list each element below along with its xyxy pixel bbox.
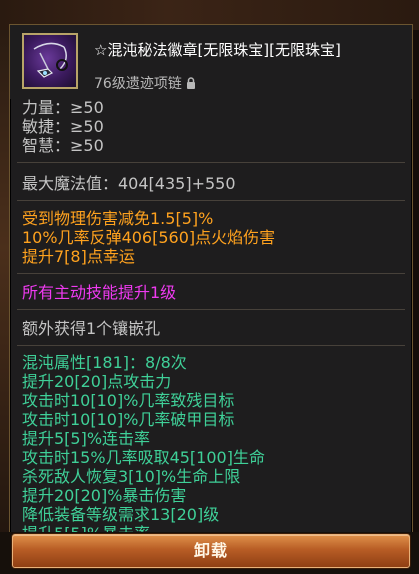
stat-line: 杀死敌人恢复3[10]%生命上限 — [22, 467, 241, 486]
divider — [17, 309, 405, 310]
divider — [17, 162, 405, 163]
item-subtitle: 76级遗迹项链 — [94, 73, 196, 93]
stat-line: 提升7[8]点幸运 — [22, 247, 135, 266]
skill-stats: 所有主动技能提升1级 — [22, 283, 400, 302]
lock-icon — [186, 77, 196, 93]
orange-stats: 受到物理伤害减免1.5[5]% 10%几率反弹406[560]点火焰伤害 提升7… — [22, 209, 400, 266]
item-type-label: 76级遗迹项链 — [94, 76, 182, 92]
chaos-arcane-badge-icon — [22, 33, 78, 89]
stat-line: 攻击时10[10]%几率致残目标 — [22, 391, 235, 410]
item-name: ☆混沌秘法徽章[无限珠宝][无限珠宝] — [94, 41, 341, 59]
stat-line: 提升20[20]点攻击力 — [22, 372, 172, 391]
requirement-strength: 力量：≥50 — [22, 98, 104, 117]
socket-stats: 额外获得1个镶嵌孔 — [22, 319, 400, 338]
chaos-stats: 混沌属性[181]：8/8次 提升20[20]点攻击力 攻击时10[10]%几率… — [22, 353, 400, 543]
tooltip-header: ☆混沌秘法徽章[无限珠宝][无限珠宝] 76级遗迹项链 — [10, 25, 412, 99]
requirements-list: 力量：≥50 敏捷：≥50 智慧：≥50 — [22, 98, 104, 155]
divider — [17, 200, 405, 201]
divider — [17, 345, 405, 346]
divider — [17, 273, 405, 274]
stat-line: 提升20[20]%暴击伤害 — [22, 486, 187, 505]
stat-line: 提升5[5]%连击率 — [22, 429, 151, 448]
unload-button[interactable]: 卸载 — [12, 534, 410, 568]
requirement-wisdom: 智慧：≥50 — [22, 136, 104, 155]
chaos-attribute-header: 混沌属性[181]：8/8次 — [22, 353, 187, 372]
item-tooltip: ☆混沌秘法徽章[无限珠宝][无限珠宝] 76级遗迹项链 力量：≥50 敏捷：≥5… — [9, 24, 413, 574]
stat-line: 降低装备等级需求13[20]级 — [22, 505, 220, 524]
max-mana-stat: 最大魔法值：404[435]+550 — [22, 174, 236, 193]
stat-line: 额外获得1个镶嵌孔 — [22, 319, 161, 338]
stat-line: 所有主动技能提升1级 — [22, 283, 177, 302]
stat-line: 受到物理伤害减免1.5[5]% — [22, 209, 214, 228]
stat-line: 攻击时10[10]%几率破甲目标 — [22, 410, 235, 429]
stat-line: 攻击时15%几率吸取45[100]生命 — [22, 448, 265, 467]
stat-line: 10%几率反弹406[560]点火焰伤害 — [22, 228, 276, 247]
requirement-agility: 敏捷：≥50 — [22, 117, 104, 136]
base-stats: 最大魔法值：404[435]+550 — [22, 174, 400, 193]
